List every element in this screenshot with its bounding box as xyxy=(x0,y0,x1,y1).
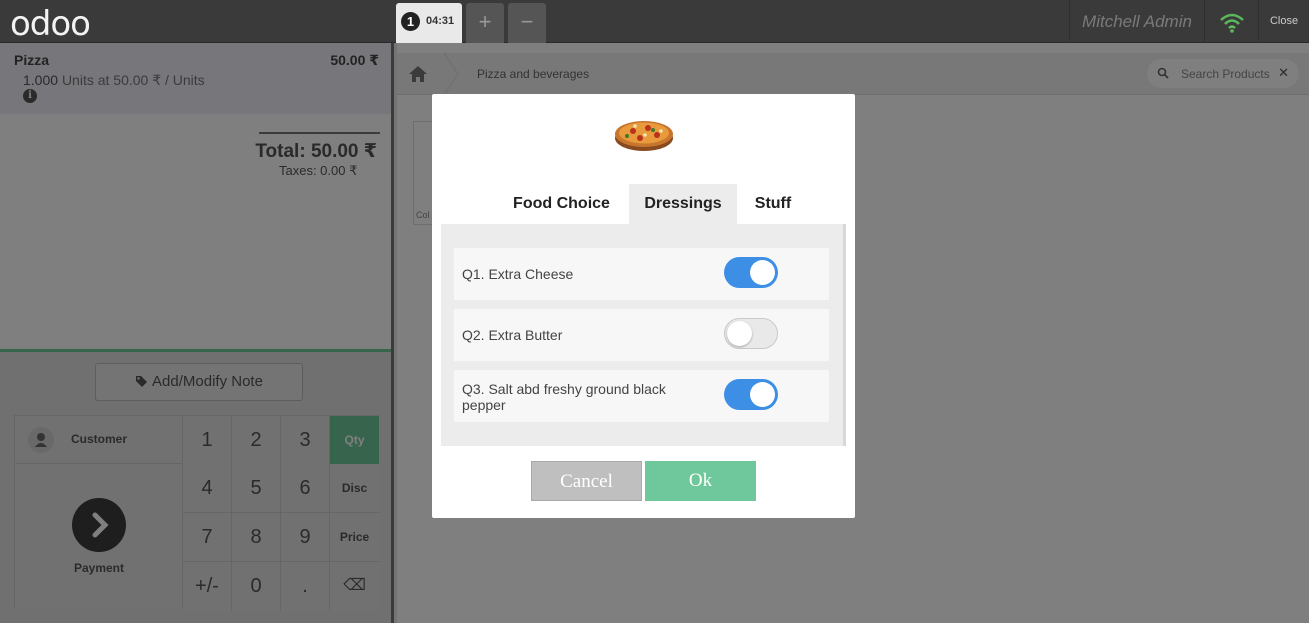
tab-dressings[interactable]: Dressings xyxy=(629,184,737,224)
ok-button[interactable]: Ok xyxy=(645,461,756,501)
cancel-button[interactable]: Cancel xyxy=(531,461,642,501)
question-label: Q3. Salt abd freshy ground black pepper xyxy=(462,381,666,413)
extra-cheese-toggle[interactable] xyxy=(724,257,778,288)
dressings-panel: Q1. Extra Cheese Q2. Extra Butter Q3. Sa… xyxy=(441,224,846,446)
remove-order-button[interactable]: − xyxy=(508,3,546,43)
toggle-knob xyxy=(750,260,775,285)
wifi-icon xyxy=(1218,10,1246,34)
order-number: 1 xyxy=(401,12,420,31)
question-row: Q1. Extra Cheese xyxy=(454,248,829,300)
user-name[interactable]: Mitchell Admin xyxy=(1069,0,1205,43)
toggle-knob xyxy=(750,382,775,407)
extra-butter-toggle[interactable] xyxy=(724,318,778,349)
question-label: Q2. Extra Butter xyxy=(462,327,563,343)
salt-pepper-toggle[interactable] xyxy=(724,379,778,410)
options-tabs: Food Choice Dressings Stuff xyxy=(441,184,846,224)
tab-stuff[interactable]: Stuff xyxy=(741,184,805,224)
order-time: 04:31 xyxy=(426,15,455,27)
question-label: Q1. Extra Cheese xyxy=(462,266,574,282)
odoo-logo: odoo xyxy=(10,4,91,44)
top-bar: odoo 1 04:31 + − Mitchell Admin Close xyxy=(0,0,1309,44)
product-options-dialog: Food Choice Dressings Stuff Q1. Extra Ch… xyxy=(432,94,855,518)
pizza-image xyxy=(613,114,675,154)
toggle-knob xyxy=(727,321,752,346)
tab-food-choice[interactable]: Food Choice xyxy=(499,184,624,224)
add-order-button[interactable]: + xyxy=(466,3,504,43)
order-tab[interactable]: 1 04:31 xyxy=(396,3,462,43)
question-row: Q2. Extra Butter xyxy=(454,309,829,361)
close-button[interactable]: Close xyxy=(1258,0,1309,43)
question-row: Q3. Salt abd freshy ground black pepper xyxy=(454,370,829,422)
